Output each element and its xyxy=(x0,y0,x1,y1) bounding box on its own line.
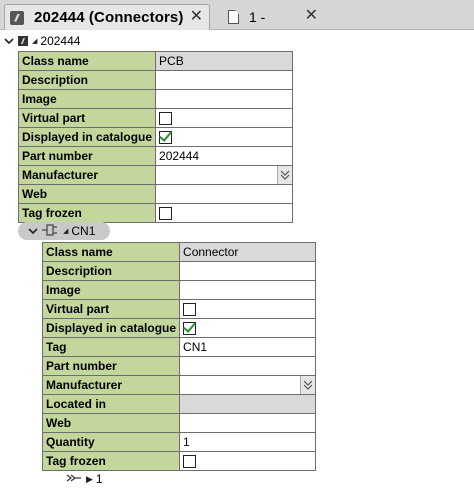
property-row-virtual-part: Virtual part xyxy=(41,299,316,319)
property-label: Located in xyxy=(41,394,181,414)
collapse-triangle-icon[interactable]: ▶ xyxy=(86,474,93,485)
manufacturer-dropdown[interactable] xyxy=(179,375,316,395)
virtual-part-checkbox-cell[interactable] xyxy=(155,108,293,128)
property-row-class-name: Class name PCB xyxy=(17,51,293,71)
property-label: Displayed in catalogue xyxy=(41,318,181,338)
property-row-part-number: Part number xyxy=(41,356,316,376)
property-row-description: Description xyxy=(17,70,293,90)
displayed-in-catalogue-checkbox-cell[interactable] xyxy=(155,127,293,147)
property-row-tag: Tag CN1 xyxy=(41,337,316,357)
property-label: Part number xyxy=(41,356,181,376)
web-field[interactable] xyxy=(155,184,293,204)
property-label: Image xyxy=(41,280,181,300)
chevron-down-icon[interactable] xyxy=(300,376,315,394)
manufacturer-dropdown[interactable] xyxy=(155,165,293,185)
quantity-field[interactable]: 1 xyxy=(179,432,316,452)
tab-title: 202444 (Connectors) xyxy=(34,9,184,26)
image-field[interactable] xyxy=(155,89,293,109)
property-row-manufacturer: Manufacturer xyxy=(17,165,293,185)
property-label: Manufacturer xyxy=(41,375,181,395)
tab-page[interactable]: 1 - ✕ xyxy=(216,4,318,30)
connector-icon xyxy=(42,223,60,239)
checkbox-checked[interactable] xyxy=(159,131,173,145)
property-label: Quantity xyxy=(41,432,181,452)
tab-connectors[interactable]: 202444 (Connectors) ✕ xyxy=(4,4,210,30)
property-row-tag-frozen: Tag frozen xyxy=(17,203,293,223)
property-label: Image xyxy=(17,89,157,109)
property-label: Tag frozen xyxy=(17,203,157,223)
property-label: Manufacturer xyxy=(17,165,157,185)
pin-arrows-icon xyxy=(66,473,82,486)
property-row-displayed-in-catalogue: Displayed in catalogue xyxy=(17,127,293,147)
displayed-in-catalogue-checkbox-cell[interactable] xyxy=(179,318,316,338)
tag-field[interactable]: CN1 xyxy=(179,337,316,357)
expand-triangle-icon: ◢ xyxy=(63,228,69,235)
property-row-part-number: Part number 202444 xyxy=(17,146,293,166)
tree-grandchild-row[interactable]: ▶ 1 xyxy=(66,472,103,486)
property-label: Class name xyxy=(41,242,181,262)
page-icon xyxy=(228,10,239,24)
description-field[interactable] xyxy=(155,70,293,90)
tree-root-row[interactable]: ◢ 202444 xyxy=(4,32,80,50)
property-label: Class name xyxy=(17,51,157,71)
close-icon[interactable]: ✕ xyxy=(305,8,318,24)
property-row-image: Image xyxy=(41,280,316,300)
class-name-field: PCB xyxy=(155,51,293,71)
class-name-field: Connector xyxy=(179,242,316,262)
checkbox[interactable] xyxy=(183,455,197,469)
tag-frozen-checkbox-cell[interactable] xyxy=(179,451,316,471)
property-row-web: Web xyxy=(41,413,316,433)
web-field[interactable] xyxy=(179,413,316,433)
property-label: Tag frozen xyxy=(41,451,181,471)
part-number-field[interactable]: 202444 xyxy=(155,146,293,166)
image-field[interactable] xyxy=(179,280,316,300)
property-row-located-in: Located in xyxy=(41,394,316,414)
close-icon[interactable]: ✕ xyxy=(190,9,203,25)
property-label: Virtual part xyxy=(17,108,157,128)
property-row-description: Description xyxy=(41,261,316,281)
part-doc-icon xyxy=(10,10,24,25)
property-row-virtual-part: Virtual part xyxy=(17,108,293,128)
tag-frozen-checkbox-cell[interactable] xyxy=(155,203,293,223)
property-row-web: Web xyxy=(17,184,293,204)
tree-grandchild-label: 1 xyxy=(95,472,103,486)
virtual-part-checkbox-cell[interactable] xyxy=(179,299,316,319)
property-row-manufacturer: Manufacturer xyxy=(41,375,316,395)
property-label: Displayed in catalogue xyxy=(17,127,157,147)
tab-bar: 202444 (Connectors) ✕ 1 - ✕ xyxy=(0,0,474,30)
checkbox[interactable] xyxy=(183,303,197,317)
property-label: Description xyxy=(17,70,157,90)
description-field[interactable] xyxy=(179,261,316,281)
checkbox-checked[interactable] xyxy=(183,322,197,336)
part-number-field[interactable] xyxy=(179,356,316,376)
property-row-image: Image xyxy=(17,89,293,109)
property-label: Tag xyxy=(41,337,181,357)
chevron-down-icon[interactable] xyxy=(277,166,292,184)
property-label: Web xyxy=(41,413,181,433)
property-row-tag-frozen: Tag frozen xyxy=(41,451,316,471)
located-in-field xyxy=(179,394,316,414)
property-label: Web xyxy=(17,184,157,204)
part-icon xyxy=(18,36,28,46)
tab-title: 1 - xyxy=(249,9,266,25)
properties-table-pcb: Class name PCB Description Image Virtual par… xyxy=(17,51,293,223)
property-row-class-name: Class name Connector xyxy=(41,242,316,262)
chevron-down-icon[interactable] xyxy=(4,36,14,46)
property-row-quantity: Quantity 1 xyxy=(41,432,316,452)
property-label: Virtual part xyxy=(41,299,181,319)
checkbox[interactable] xyxy=(159,112,173,126)
expand-triangle-icon: ◢ xyxy=(32,38,38,45)
tree-root-label: 202444 xyxy=(40,34,81,48)
chevron-down-icon[interactable] xyxy=(28,226,38,236)
properties-table-connector: Class name Connector Description Image Virtu… xyxy=(41,242,316,471)
property-row-displayed-in-catalogue: Displayed in catalogue xyxy=(41,318,316,338)
property-label: Part number xyxy=(17,146,157,166)
tree-child-label: CN1 xyxy=(71,224,96,238)
property-label: Description xyxy=(41,261,181,281)
checkbox[interactable] xyxy=(159,207,173,221)
tree-child-row[interactable]: ◢ CN1 xyxy=(18,222,110,240)
